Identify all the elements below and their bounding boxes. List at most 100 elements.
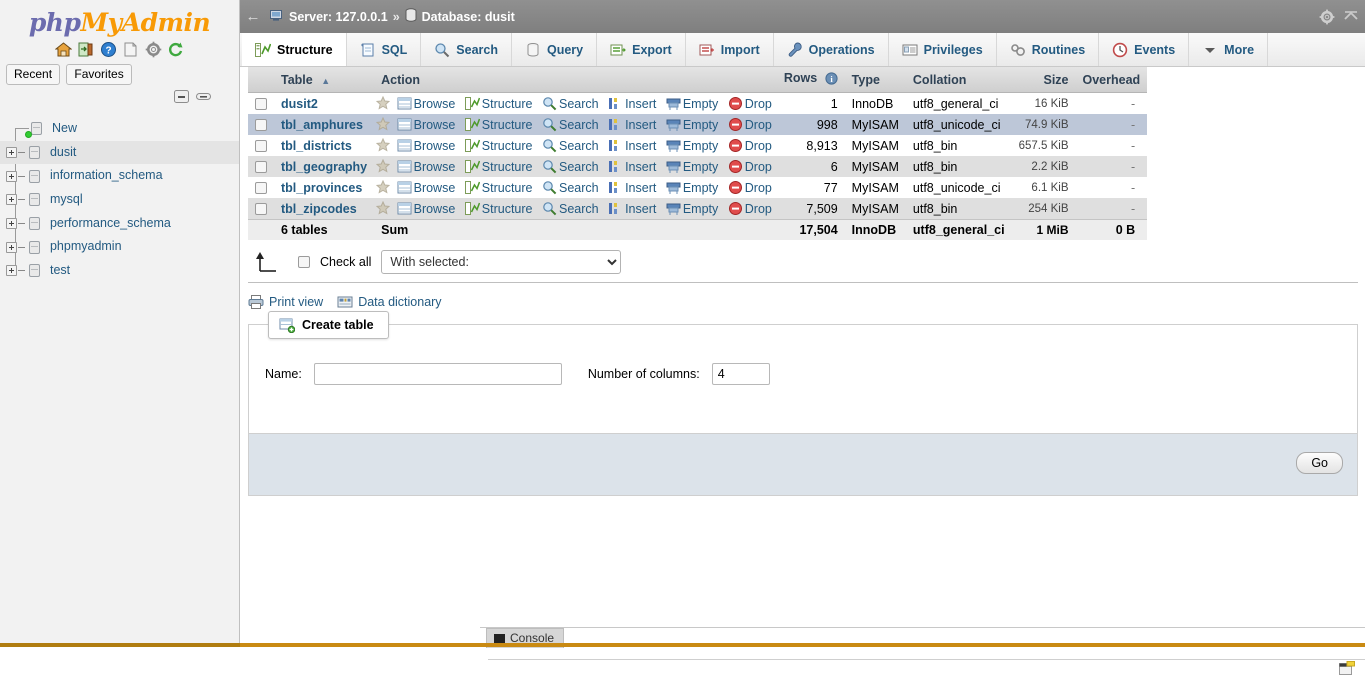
search-link[interactable]: Search (542, 118, 599, 132)
tab-search[interactable]: Search (421, 33, 512, 66)
favorite-star-icon[interactable] (376, 96, 390, 110)
table-row[interactable]: tbl_districts Browse Structure Search In… (248, 135, 1147, 156)
browse-link[interactable]: Browse (397, 181, 456, 195)
tab-export[interactable]: Export (597, 33, 686, 66)
expand-icon[interactable] (6, 171, 17, 182)
search-link[interactable]: Search (542, 97, 599, 111)
row-checkbox[interactable] (255, 98, 267, 110)
row-checkbox[interactable] (255, 182, 267, 194)
expand-icon[interactable] (6, 242, 17, 253)
settings-gear-icon[interactable] (145, 41, 162, 58)
create-table-legend[interactable]: Create table (268, 311, 389, 339)
tree-item-test[interactable]: test (0, 259, 239, 283)
table-name-input[interactable] (314, 363, 562, 385)
table-row[interactable]: tbl_geography Browse Structure Search In… (248, 156, 1147, 177)
empty-link[interactable]: Empty (666, 181, 718, 195)
browse-link[interactable]: Browse (397, 118, 456, 132)
reload-icon[interactable] (167, 41, 184, 58)
tree-item-mysql[interactable]: mysql (0, 188, 239, 212)
tab-query[interactable]: Query (512, 33, 597, 66)
tree-item-information_schema[interactable]: information_schema (0, 164, 239, 188)
empty-link[interactable]: Empty (666, 118, 718, 132)
drop-link[interactable]: Drop (728, 118, 772, 132)
table-name-link[interactable]: tbl_zipcodes (281, 202, 357, 216)
insert-link[interactable]: Insert (608, 97, 656, 111)
th-type[interactable]: Type (845, 67, 906, 93)
row-checkbox[interactable] (255, 203, 267, 215)
favorite-star-icon[interactable] (376, 138, 390, 152)
structure-link[interactable]: Structure (465, 160, 533, 174)
tree-item-phpmyadmin[interactable]: phpmyadmin (0, 235, 239, 259)
tab-structure[interactable]: Structure (242, 33, 347, 66)
database-label[interactable]: Database: dusit (422, 10, 515, 24)
th-collation[interactable]: Collation (906, 67, 1012, 93)
check-all-checkbox[interactable] (298, 256, 310, 268)
search-link[interactable]: Search (542, 160, 599, 174)
table-name-link[interactable]: tbl_provinces (281, 181, 362, 195)
toggle-link-icon[interactable] (196, 90, 211, 103)
expand-icon[interactable] (6, 218, 17, 229)
expand-icon[interactable] (6, 265, 17, 276)
drop-link[interactable]: Drop (728, 202, 772, 216)
structure-link[interactable]: Structure (465, 118, 533, 132)
favorite-star-icon[interactable] (376, 180, 390, 194)
browse-link[interactable]: Browse (397, 97, 456, 111)
restore-window-icon[interactable] (1339, 661, 1355, 676)
collapse-up-icon[interactable] (1343, 9, 1359, 25)
empty-link[interactable]: Empty (666, 160, 718, 174)
insert-link[interactable]: Insert (608, 139, 656, 153)
print-view-link[interactable]: Print view (248, 294, 323, 310)
tab-routines[interactable]: Routines (997, 33, 1099, 66)
tab-operations[interactable]: Operations (774, 33, 889, 66)
tab-privileges[interactable]: Privileges (889, 33, 997, 66)
insert-link[interactable]: Insert (608, 181, 656, 195)
table-row[interactable]: dusit2 Browse Structure Search Insert Em… (248, 93, 1147, 115)
table-name-link[interactable]: tbl_amphures (281, 118, 363, 132)
structure-link[interactable]: Structure (465, 97, 533, 111)
drop-link[interactable]: Drop (728, 139, 772, 153)
table-name-link[interactable]: tbl_districts (281, 139, 352, 153)
th-size[interactable]: Size (1012, 67, 1076, 93)
tab-import[interactable]: Import (686, 33, 774, 66)
empty-link[interactable]: Empty (666, 97, 718, 111)
search-link[interactable]: Search (542, 202, 599, 216)
phpmyadmin-logo[interactable]: phpMyAdmin (0, 0, 239, 39)
structure-link[interactable]: Structure (465, 181, 533, 195)
expand-icon[interactable] (6, 194, 17, 205)
table-row[interactable]: tbl_zipcodes Browse Structure Search Ins… (248, 198, 1147, 220)
help-docs-icon[interactable]: ? (100, 41, 117, 58)
server-label[interactable]: Server: 127.0.0.1 (289, 10, 388, 24)
data-dictionary-link[interactable]: Data dictionary (337, 294, 441, 310)
number-of-columns-input[interactable] (712, 363, 770, 385)
search-link[interactable]: Search (542, 139, 599, 153)
sql-docs-icon[interactable] (122, 41, 139, 58)
tab-more[interactable]: More (1189, 33, 1268, 66)
browse-link[interactable]: Browse (397, 160, 456, 174)
empty-link[interactable]: Empty (666, 202, 718, 216)
favorite-star-icon[interactable] (376, 117, 390, 131)
table-name-link[interactable]: dusit2 (281, 97, 318, 111)
insert-link[interactable]: Insert (608, 202, 656, 216)
table-name-link[interactable]: tbl_geography (281, 160, 367, 174)
structure-link[interactable]: Structure (465, 202, 533, 216)
row-checkbox[interactable] (255, 119, 267, 131)
browse-link[interactable]: Browse (397, 139, 456, 153)
row-checkbox[interactable] (255, 140, 267, 152)
settings-gear-icon[interactable] (1319, 9, 1335, 25)
tree-item-performance_schema[interactable]: performance_schema (0, 212, 239, 236)
tab-events[interactable]: Events (1099, 33, 1189, 66)
insert-link[interactable]: Insert (608, 160, 656, 174)
drop-link[interactable]: Drop (728, 160, 772, 174)
back-arrow-icon[interactable]: ← (242, 8, 264, 25)
tab-sql[interactable]: SQL (347, 33, 422, 66)
table-row[interactable]: tbl_amphures Browse Structure Search Ins… (248, 114, 1147, 135)
th-rows[interactable]: Rows i (777, 67, 845, 93)
info-icon[interactable]: i (825, 72, 838, 88)
table-row[interactable]: tbl_provinces Browse Structure Search In… (248, 177, 1147, 198)
favorite-star-icon[interactable] (376, 159, 390, 173)
browse-link[interactable]: Browse (397, 202, 456, 216)
tree-item-new[interactable]: New (0, 117, 239, 141)
logout-icon[interactable] (77, 41, 94, 58)
check-all-label[interactable]: Check all (320, 255, 371, 269)
search-link[interactable]: Search (542, 181, 599, 195)
